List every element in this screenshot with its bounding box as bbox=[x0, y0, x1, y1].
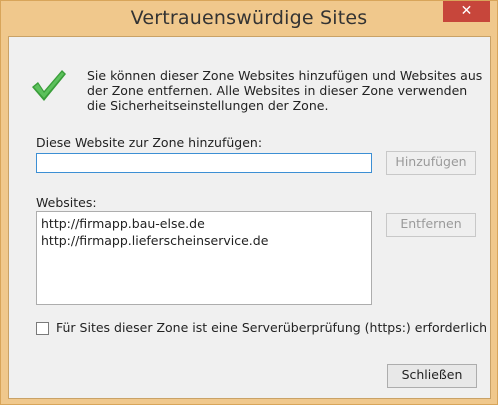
list-item[interactable]: http://firmapp.bau-else.de bbox=[41, 215, 367, 232]
close-button[interactable]: Schließen bbox=[387, 364, 477, 388]
close-icon[interactable]: ✕ bbox=[443, 1, 490, 22]
https-checkbox[interactable] bbox=[36, 322, 49, 335]
green-check-icon bbox=[32, 70, 66, 101]
https-checkbox-label[interactable]: Für Sites dieser Zone ist eine Serverübe… bbox=[56, 320, 487, 335]
add-site-label: Diese Website zur Zone hinzufügen: bbox=[36, 135, 263, 150]
info-text: Sie können dieser Zone Websites hinzufüg… bbox=[87, 68, 483, 113]
window-title: Vertrauenswürdige Sites bbox=[130, 7, 368, 29]
list-item[interactable]: http://firmapp.lieferscheinservice.de bbox=[41, 232, 367, 249]
remove-button[interactable]: Entfernen bbox=[386, 213, 476, 237]
add-button[interactable]: Hinzufügen bbox=[386, 151, 476, 175]
add-site-input[interactable] bbox=[36, 153, 372, 173]
title-bar[interactable]: Vertrauenswürdige Sites ✕ bbox=[1, 1, 497, 36]
websites-label: Websites: bbox=[36, 195, 97, 210]
websites-list[interactable]: http://firmapp.bau-else.de http://firmap… bbox=[36, 211, 372, 305]
dialog-window: Vertrauenswürdige Sites ✕ Sie können die… bbox=[0, 0, 498, 405]
dialog-body: Sie können dieser Zone Websites hinzufüg… bbox=[8, 36, 491, 399]
